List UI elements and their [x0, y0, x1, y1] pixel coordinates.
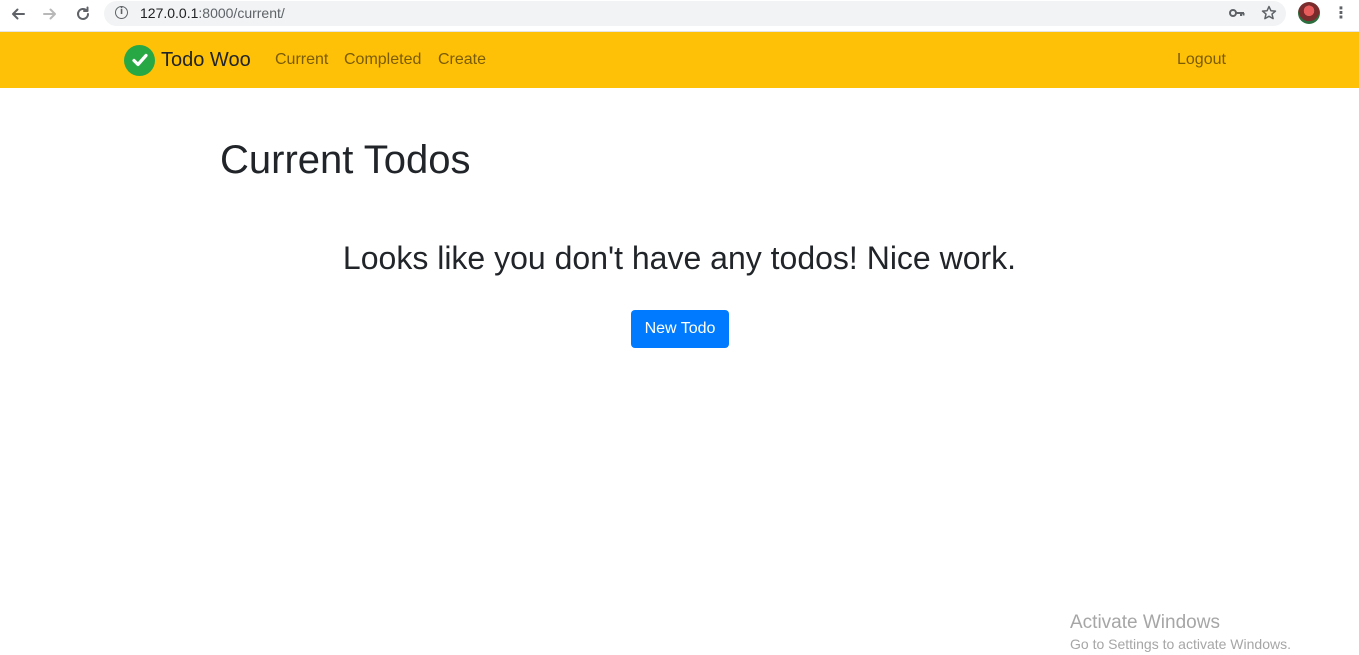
app-navbar: Todo Woo Current Completed Create Logout [0, 32, 1359, 88]
page-title: Current Todos [220, 138, 471, 182]
new-todo-button[interactable]: New Todo [631, 310, 729, 348]
reload-icon[interactable] [71, 4, 95, 24]
star-icon[interactable] [1259, 3, 1279, 23]
nav-link-current[interactable]: Current [275, 51, 328, 69]
profile-avatar[interactable] [1298, 2, 1320, 24]
address-bar[interactable]: i 127.0.0.1:8000/current/ [104, 1, 1286, 26]
brand-name: Todo Woo [161, 48, 251, 71]
key-icon[interactable] [1227, 3, 1247, 23]
watermark-subtitle: Go to Settings to activate Windows. [1070, 636, 1291, 652]
forward-arrow-icon[interactable] [38, 4, 62, 24]
brand-link[interactable]: Todo Woo [124, 44, 251, 76]
url-host: 127.0.0.1 [140, 5, 199, 21]
watermark-title: Activate Windows [1070, 612, 1220, 633]
nav-link-completed[interactable]: Completed [344, 51, 421, 69]
back-arrow-icon[interactable] [6, 4, 30, 24]
logout-link[interactable]: Logout [1177, 51, 1226, 69]
browser-toolbar: i 127.0.0.1:8000/current/ ⋮ [0, 0, 1359, 32]
url-path: :8000/current/ [198, 5, 285, 21]
windows-activation-watermark: Activate Windows Go to Settings to activ… [1070, 612, 1291, 652]
checkmark-logo-icon [124, 44, 155, 76]
menu-dots-icon[interactable]: ⋮ [1333, 4, 1349, 24]
site-info-icon[interactable]: i [115, 6, 128, 19]
nav-link-create[interactable]: Create [438, 51, 486, 69]
empty-state-message: Looks like you don't have any todos! Nic… [342, 240, 1017, 276]
url-text: 127.0.0.1:8000/current/ [140, 5, 285, 21]
